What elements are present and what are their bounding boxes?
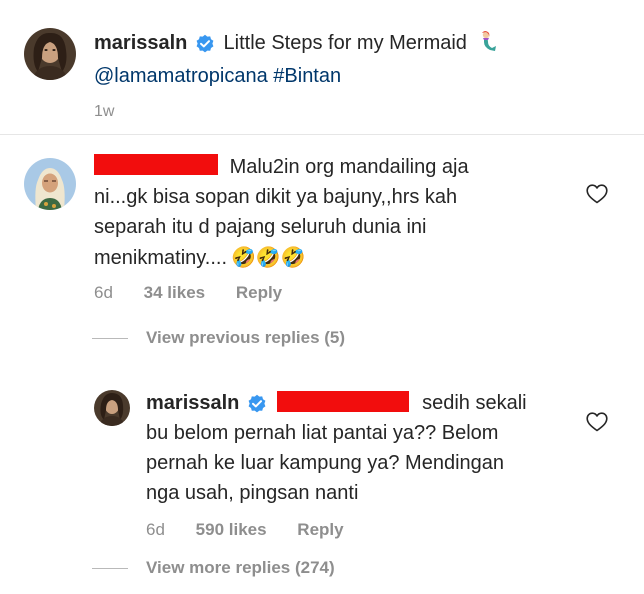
comment-text-1: Malu2in org mandailing aja xyxy=(229,156,469,178)
caption-body: marissaln Little Steps for my Mermaid @l… xyxy=(94,28,614,121)
reply-line-1: marissaln sedih sekali xyxy=(146,388,566,418)
comment-like-button[interactable] xyxy=(586,184,608,204)
rofl-emoji: 🤣🤣🤣 xyxy=(231,245,306,269)
caption-mention-link[interactable]: @lamamatropicana xyxy=(94,65,268,87)
caption-hashtag-link[interactable]: #Bintan xyxy=(273,65,341,87)
reply-likes[interactable]: 590 likes xyxy=(196,520,267,539)
reply-like-button[interactable] xyxy=(586,412,608,432)
verified-badge-icon xyxy=(195,34,215,54)
reply-meta: 6d 590 likes Reply xyxy=(146,520,566,540)
comment-text-4: menikmatiny.... xyxy=(94,247,227,269)
reply-avatar-image xyxy=(94,390,130,426)
poster-avatar-image xyxy=(24,28,76,80)
replies-divider-line xyxy=(92,567,128,569)
caption-line-1: marissaln Little Steps for my Mermaid xyxy=(94,28,614,61)
reply-username[interactable]: marissaln xyxy=(146,392,239,414)
commenter-avatar[interactable] xyxy=(24,158,76,210)
reply-body: marissaln sedih sekali bu belom pernah l… xyxy=(146,388,566,540)
comment-meta: 6d 34 likes Reply xyxy=(94,283,564,303)
reply-time[interactable]: 6d xyxy=(146,520,165,539)
redacted-username xyxy=(94,154,218,175)
view-more-replies-button[interactable]: View more replies (274) xyxy=(92,558,335,578)
comment-line-4: menikmatiny.... 🤣🤣🤣 xyxy=(94,242,564,273)
comment-time[interactable]: 6d xyxy=(94,283,113,302)
comment-line-1: Malu2in org mandailing aja xyxy=(94,152,564,182)
caption-line-2: @lamamatropicana #Bintan xyxy=(94,61,614,91)
reply-text-1: sedih sekali xyxy=(422,392,527,414)
redacted-mention xyxy=(276,391,409,412)
verified-badge-icon xyxy=(247,394,267,414)
comment-text-3: separah itu d pajang seluruh dunia ini xyxy=(94,216,427,238)
poster-avatar[interactable] xyxy=(24,28,76,80)
reply-reply-button[interactable]: Reply xyxy=(297,520,343,539)
comment-likes[interactable]: 34 likes xyxy=(144,283,205,302)
reply-avatar[interactable] xyxy=(94,390,130,426)
divider xyxy=(0,134,644,135)
mermaid-emoji xyxy=(477,30,499,61)
reply-text-3: pernah ke luar kampung ya? Mendingan xyxy=(146,452,505,474)
caption-time[interactable]: 1w xyxy=(94,103,614,121)
replies-divider-line xyxy=(92,337,128,339)
commenter-avatar-image xyxy=(24,158,76,210)
caption-text: Little Steps for my Mermaid xyxy=(223,32,467,54)
comment-reply-button[interactable]: Reply xyxy=(236,283,282,302)
heart-outline-icon xyxy=(586,412,608,432)
view-more-replies-label: View more replies (274) xyxy=(146,558,335,577)
caption-username[interactable]: marissaln xyxy=(94,32,187,54)
comment-body: Malu2in org mandailing aja ni...gk bisa … xyxy=(94,152,564,303)
view-previous-replies-label: View previous replies (5) xyxy=(146,328,346,347)
view-previous-replies-button[interactable]: View previous replies (5) xyxy=(92,328,345,348)
comment-text-2: ni...gk bisa sopan dikit ya bajuny,,hrs … xyxy=(94,186,458,208)
reply-text-2: bu belom pernah liat pantai ya?? Belom xyxy=(146,422,499,444)
reply-text-4: nga usah, pingsan nanti xyxy=(146,482,359,504)
heart-outline-icon xyxy=(586,184,608,204)
